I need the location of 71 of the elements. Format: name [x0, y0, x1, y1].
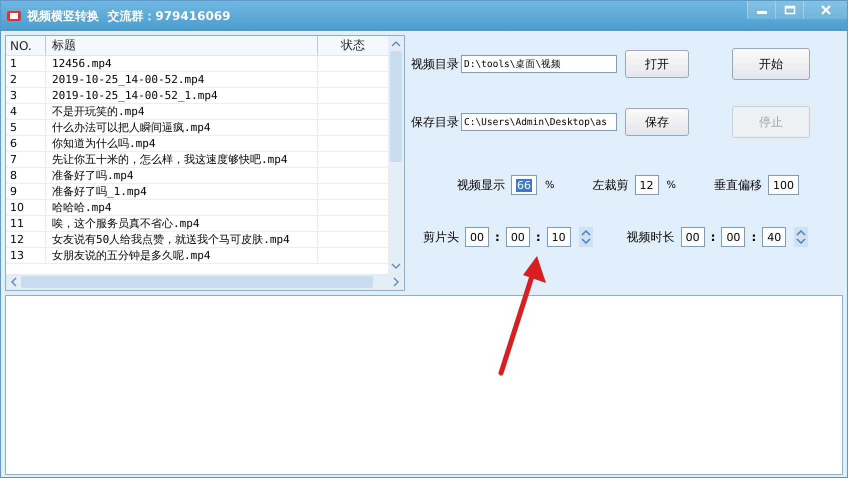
table-cell: 先让你五十米的，怎么样，我这速度够快吧.mp4 — [46, 152, 318, 167]
separator: : — [495, 230, 500, 244]
time-field[interactable]: 00 — [465, 227, 489, 247]
table-cell: 10 — [6, 200, 46, 215]
table-cell: 2 — [6, 72, 46, 87]
table-cell: 准备好了吗.mp4 — [46, 168, 318, 183]
table-cell: 哈哈哈.mp4 — [46, 200, 318, 215]
table-cell: 13 — [6, 248, 46, 263]
time-field[interactable]: 00 — [506, 227, 530, 247]
scroll-up-icon[interactable] — [391, 40, 401, 48]
table-cell: 11 — [6, 216, 46, 231]
table-cell: 女朋友说的五分钟是多久呢.mp4 — [46, 248, 318, 263]
table-cell: 8 — [6, 168, 46, 183]
table-cell: 准备好了吗_1.mp4 — [46, 184, 318, 199]
table-cell: 9 — [6, 184, 46, 199]
table-cell: 什么办法可以把人瞬间逼疯.mp4 — [46, 120, 318, 135]
table-cell: 1 — [6, 56, 46, 71]
separator: : — [536, 230, 541, 244]
minimize-button[interactable] — [747, 1, 775, 19]
setting-label: 视频显示 — [457, 176, 505, 194]
number-field[interactable]: 66 — [511, 175, 537, 195]
column-header[interactable]: 标题 — [46, 36, 318, 55]
time-field[interactable]: 00 — [680, 227, 705, 247]
table-cell: 你知道为什么吗.mp4 — [46, 136, 318, 151]
number-field[interactable]: 100 — [768, 175, 800, 195]
table-cell: 7 — [6, 152, 46, 167]
column-header[interactable]: 状态 — [318, 36, 388, 55]
close-button[interactable] — [803, 1, 847, 19]
setting-label: 垂直偏移 — [714, 176, 762, 194]
app-icon — [7, 10, 21, 22]
field-label: 保存目录 — [411, 114, 459, 130]
time-field[interactable]: 00 — [721, 227, 746, 247]
time-field[interactable]: 40 — [762, 227, 786, 247]
separator: : — [751, 230, 756, 244]
table-cell: 2019-10-25_14-00-52_1.mp4 — [46, 88, 318, 103]
table-cell: 12456.mp4 — [46, 56, 318, 71]
maximize-icon — [784, 5, 796, 15]
scroll-right-icon[interactable] — [392, 277, 400, 287]
maximize-button[interactable] — [775, 1, 803, 19]
table-cell: 4 — [6, 104, 46, 119]
start-button[interactable]: 开始 — [732, 48, 810, 80]
spinner-icon[interactable] — [794, 227, 808, 247]
scroll-left-icon[interactable] — [10, 277, 18, 287]
time-field[interactable]: 10 — [546, 227, 571, 247]
table-cell: 不是开玩笑的.mp4 — [46, 104, 318, 119]
separator: : — [710, 230, 716, 244]
path-field[interactable]: C:\Users\Admin\Desktop\as — [461, 113, 617, 131]
time-label: 剪片头 — [423, 228, 459, 246]
table-cell: 2019-10-25_14-00-52.mp4 — [46, 72, 318, 87]
table-cell: 6 — [6, 136, 46, 151]
table-cell: 5 — [6, 120, 46, 135]
horizontal-scrollbar[interactable] — [6, 274, 404, 290]
save-button[interactable]: 保存 — [625, 108, 689, 136]
table-cell: 12 — [6, 232, 46, 247]
window-title: 视频横竖转换 交流群：979416069 — [27, 8, 231, 24]
close-icon — [820, 5, 832, 15]
scroll-down-icon[interactable] — [391, 262, 401, 270]
time-label: 视频时长 — [626, 228, 675, 246]
number-field[interactable]: 12 — [634, 175, 659, 195]
open-button[interactable]: 打开 — [625, 50, 689, 78]
table-cell: 3 — [6, 88, 46, 103]
unit-label: % — [545, 180, 555, 190]
setting-label: 左裁剪 — [592, 176, 629, 194]
table-cell: 唉，这个服务员真不省心.mp4 — [46, 216, 318, 231]
column-header[interactable]: NO. — [6, 36, 46, 55]
path-field[interactable]: D:\tools\桌面\视频 — [461, 55, 617, 73]
table-cell: 女友说有50人给我点赞，就送我个马可皮肤.mp4 — [46, 232, 318, 247]
spinner-icon[interactable] — [578, 227, 593, 247]
vertical-scrollbar[interactable] — [388, 36, 404, 274]
unit-label: % — [666, 180, 676, 190]
field-label: 视频目录 — [411, 56, 459, 72]
